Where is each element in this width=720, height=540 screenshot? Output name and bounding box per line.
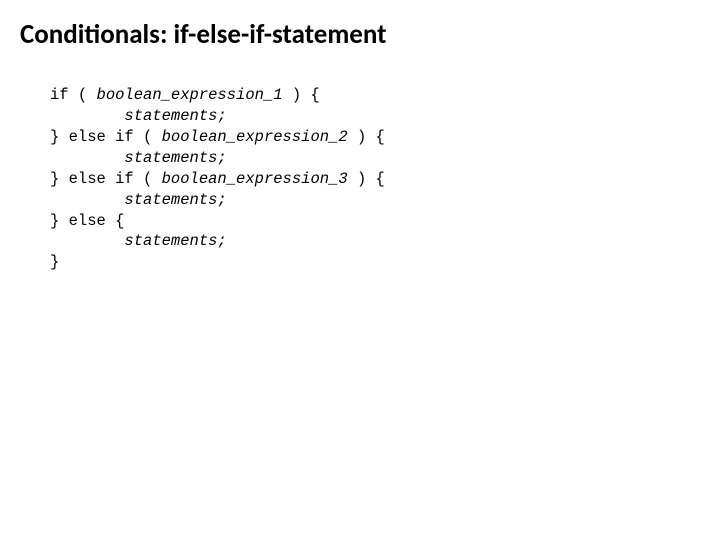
code-text: } else if ( xyxy=(50,128,162,146)
code-indent xyxy=(50,107,124,125)
code-placeholder: statements; xyxy=(124,191,226,209)
code-text: } else if ( xyxy=(50,170,162,188)
code-block: if ( boolean_expression_1 ) { statements… xyxy=(50,85,700,273)
code-text: ) { xyxy=(348,128,385,146)
slide-title: Conditionals: if-else-if-statement xyxy=(20,18,700,51)
code-placeholder: boolean_expression_1 xyxy=(97,86,283,104)
code-text: } else { xyxy=(50,212,124,230)
code-placeholder: statements; xyxy=(124,107,226,125)
code-placeholder: statements; xyxy=(124,149,226,167)
code-placeholder: statements; xyxy=(124,232,226,250)
code-placeholder: boolean_expression_2 xyxy=(162,128,348,146)
code-text: } xyxy=(50,253,59,271)
code-indent xyxy=(50,232,124,250)
code-placeholder: boolean_expression_3 xyxy=(162,170,348,188)
code-text: if ( xyxy=(50,86,97,104)
slide: Conditionals: if-else-if-statement if ( … xyxy=(0,0,720,291)
code-text: ) { xyxy=(348,170,385,188)
code-indent xyxy=(50,149,124,167)
code-indent xyxy=(50,191,124,209)
code-text: ) { xyxy=(283,86,320,104)
